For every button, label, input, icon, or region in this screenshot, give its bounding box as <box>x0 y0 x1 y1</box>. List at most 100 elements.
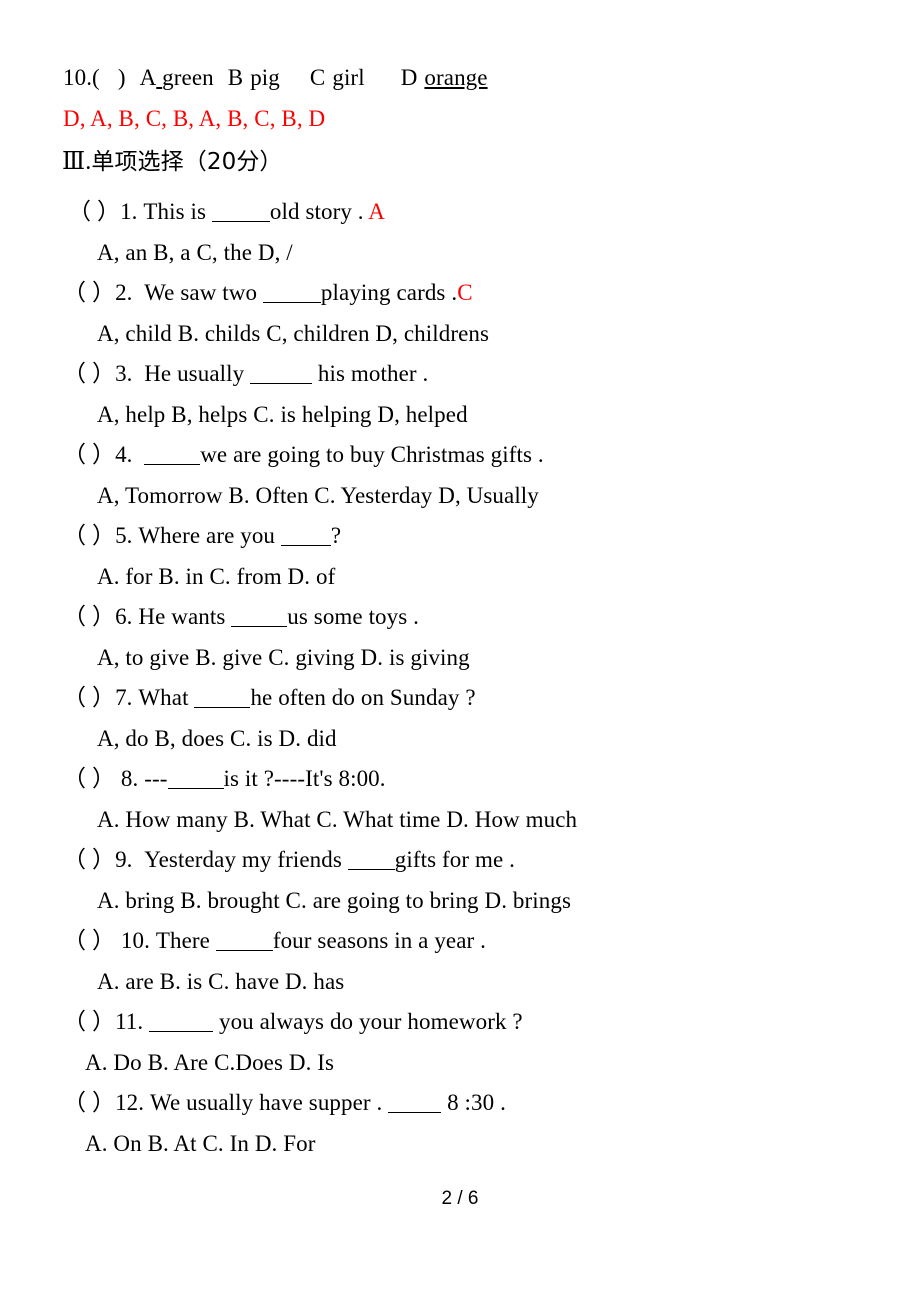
question-10-options[interactable]: A. are B. is C. have D. has <box>97 970 344 993</box>
question-12-stem-after: 8 :30 . <box>441 1090 506 1115</box>
leftover-option-a-text: green <box>162 65 214 90</box>
question-5-number: 5. <box>115 523 133 548</box>
question-9-options[interactable]: A. bring B. brought C. are going to brin… <box>97 889 571 912</box>
question-1-bracket[interactable]: （ ） <box>68 199 120 224</box>
question-12-stem-before: We usually have supper . <box>149 1090 389 1115</box>
question-10-blank[interactable] <box>215 936 273 951</box>
question-1-number: 1. <box>120 199 138 224</box>
question-2-blank[interactable] <box>262 288 321 303</box>
question-8-stem: （ ） 8. --- is it ?----It's 8:00. <box>63 767 386 790</box>
question-4-stem: （ ）4. we are going to buy Christmas gift… <box>63 443 544 466</box>
question-6-bracket[interactable]: （ ） <box>63 604 115 629</box>
question-4-stem-after: we are going to buy Christmas gifts . <box>200 442 544 467</box>
exam-page: 10.() A green Bpig Cgirl Dorange D, A, B, C,… <box>0 0 920 1302</box>
leftover-option-b-letter: B <box>227 65 244 90</box>
question-10-stem-after: four seasons in a year . <box>272 928 486 953</box>
question-3-number: 3. <box>115 361 133 386</box>
section-numeral: Ⅲ. <box>62 149 92 175</box>
question-1-stem-before: This is <box>143 199 212 224</box>
question-9-number: 9. <box>115 847 133 872</box>
question-2-stem-after: playing cards . <box>320 280 458 305</box>
question-2-options[interactable]: A, child B. childs C, children D, childr… <box>97 322 489 345</box>
question-10-stem-before: There <box>155 928 216 953</box>
question-7-number: 7. <box>115 685 133 710</box>
question-12-number: 12. <box>115 1090 145 1115</box>
question-12-bracket[interactable]: （ ） <box>63 1090 115 1115</box>
question-1-stem: （ ）1. This is old story . A <box>68 200 385 223</box>
question-11-stem: （ ）11. you always do your homework ? <box>63 1010 523 1033</box>
question-9-blank[interactable] <box>347 855 395 870</box>
leftover-question-number: 10.( <box>63 65 100 90</box>
question-7-bracket[interactable]: （ ） <box>63 685 115 710</box>
question-9-bracket[interactable]: （ ） <box>63 847 115 872</box>
leftover-option-c-letter: C <box>309 65 326 90</box>
question-4-bracket[interactable]: （ ） <box>63 442 115 467</box>
question-10-stem: （ ） 10. There four seasons in a year . <box>63 929 486 952</box>
question-2-stem: （ ）2. We saw two playing cards .C <box>63 281 473 304</box>
leftover-option-d-letter: D <box>400 65 418 90</box>
question-12-stem: （ ）12. We usually have supper . 8 :30 . <box>63 1091 506 1114</box>
section-heading: Ⅲ.单项选择（20分） <box>62 150 283 174</box>
question-6-options[interactable]: A, to give B. give C. giving D. is givin… <box>97 646 470 669</box>
question-5-stem-after: ? <box>330 523 342 548</box>
question-11-stem-after: you always do your homework ? <box>213 1009 523 1034</box>
question-5-stem-before: Where are you <box>138 523 281 548</box>
question-4-number: 4. <box>115 442 133 467</box>
question-3-bracket[interactable]: （ ） <box>63 361 115 386</box>
question-7-stem-after: he often do on Sunday ? <box>250 685 476 710</box>
question-8-number: 8. <box>120 766 139 791</box>
question-12-blank[interactable] <box>388 1098 442 1113</box>
page-number-footer: 2 / 6 <box>441 1188 479 1209</box>
question-3-options[interactable]: A, help B, helps C. is helping D, helped <box>97 403 468 426</box>
question-11-bracket[interactable]: （ ） <box>63 1009 115 1034</box>
question-11-number: 11. <box>115 1009 144 1034</box>
question-12-options[interactable]: A. On B. At C. In D. For <box>85 1132 316 1155</box>
answer-key-line: D, A, B, C, B, A, B, C, B, D <box>63 106 326 131</box>
question-6-stem: （ ）6. He wants us some toys . <box>63 605 419 628</box>
question-3-stem-after: his mother . <box>312 361 429 386</box>
question-3-stem: （ ）3. He usually his mother . <box>63 362 428 385</box>
leftover-option-b-text: pig <box>250 65 280 90</box>
question-9-stem-after: gifts for me . <box>394 847 515 872</box>
question-1-stem-after: old story . <box>269 199 369 224</box>
leftover-question-close-paren: ) <box>117 65 126 90</box>
question-5-stem: （ ）5. Where are you ? <box>63 524 341 547</box>
leftover-option-d-text: orange <box>424 65 488 90</box>
question-9-stem-before: Yesterday my friends <box>144 847 348 872</box>
question-8-options[interactable]: A. How many B. What C. What time D. How … <box>97 808 577 831</box>
question-3-blank[interactable] <box>250 369 313 384</box>
question-8-blank[interactable] <box>167 774 224 789</box>
question-7-options[interactable]: A, do B, does C. is D. did <box>97 727 337 750</box>
question-6-number: 6. <box>115 604 133 629</box>
question-7-blank[interactable] <box>194 693 251 708</box>
question-11-blank[interactable] <box>149 1017 214 1032</box>
question-5-bracket[interactable]: （ ） <box>63 523 115 548</box>
question-7-stem: （ ）7. What he often do on Sunday ? <box>63 686 476 709</box>
question-1-options[interactable]: A, an B, a C, the D, / <box>97 241 293 264</box>
question-8-bracket[interactable]: （ ） <box>63 766 115 791</box>
leftover-question-10: 10.() A green Bpig Cgirl Dorange <box>63 66 488 89</box>
question-2-bracket[interactable]: （ ） <box>63 280 115 305</box>
question-4-blank[interactable] <box>144 450 201 465</box>
question-2-answer: C <box>457 280 473 305</box>
question-1-blank[interactable] <box>211 207 270 222</box>
question-1-answer: A <box>368 199 385 224</box>
question-5-blank[interactable] <box>280 531 331 546</box>
question-7-stem-before: What <box>138 685 195 710</box>
question-2-stem-before: We saw two <box>144 280 263 305</box>
question-9-stem: （ ）9. Yesterday my friends gifts for me … <box>63 848 515 871</box>
leftover-option-a-letter: A <box>139 65 157 90</box>
question-3-stem-before: He usually <box>144 361 251 386</box>
question-6-blank[interactable] <box>231 612 288 627</box>
question-2-number: 2. <box>115 280 133 305</box>
question-5-options[interactable]: A. for B. in C. from D. of <box>97 565 335 588</box>
question-8-stem-after: is it ?----It's 8:00. <box>223 766 386 791</box>
question-10-number: 10. <box>120 928 150 953</box>
question-4-options[interactable]: A, Tomorrow B. Often C. Yesterday D, Usu… <box>97 484 539 507</box>
question-6-stem-before: He wants <box>138 604 232 629</box>
section-title-text: 单项选择（20分） <box>91 149 283 175</box>
question-6-stem-after: us some toys . <box>287 604 420 629</box>
question-11-options[interactable]: A. Do B. Are C.Does D. Is <box>85 1051 334 1074</box>
leftover-option-c-text: girl <box>332 65 365 90</box>
question-10-bracket[interactable]: （ ） <box>63 928 115 953</box>
